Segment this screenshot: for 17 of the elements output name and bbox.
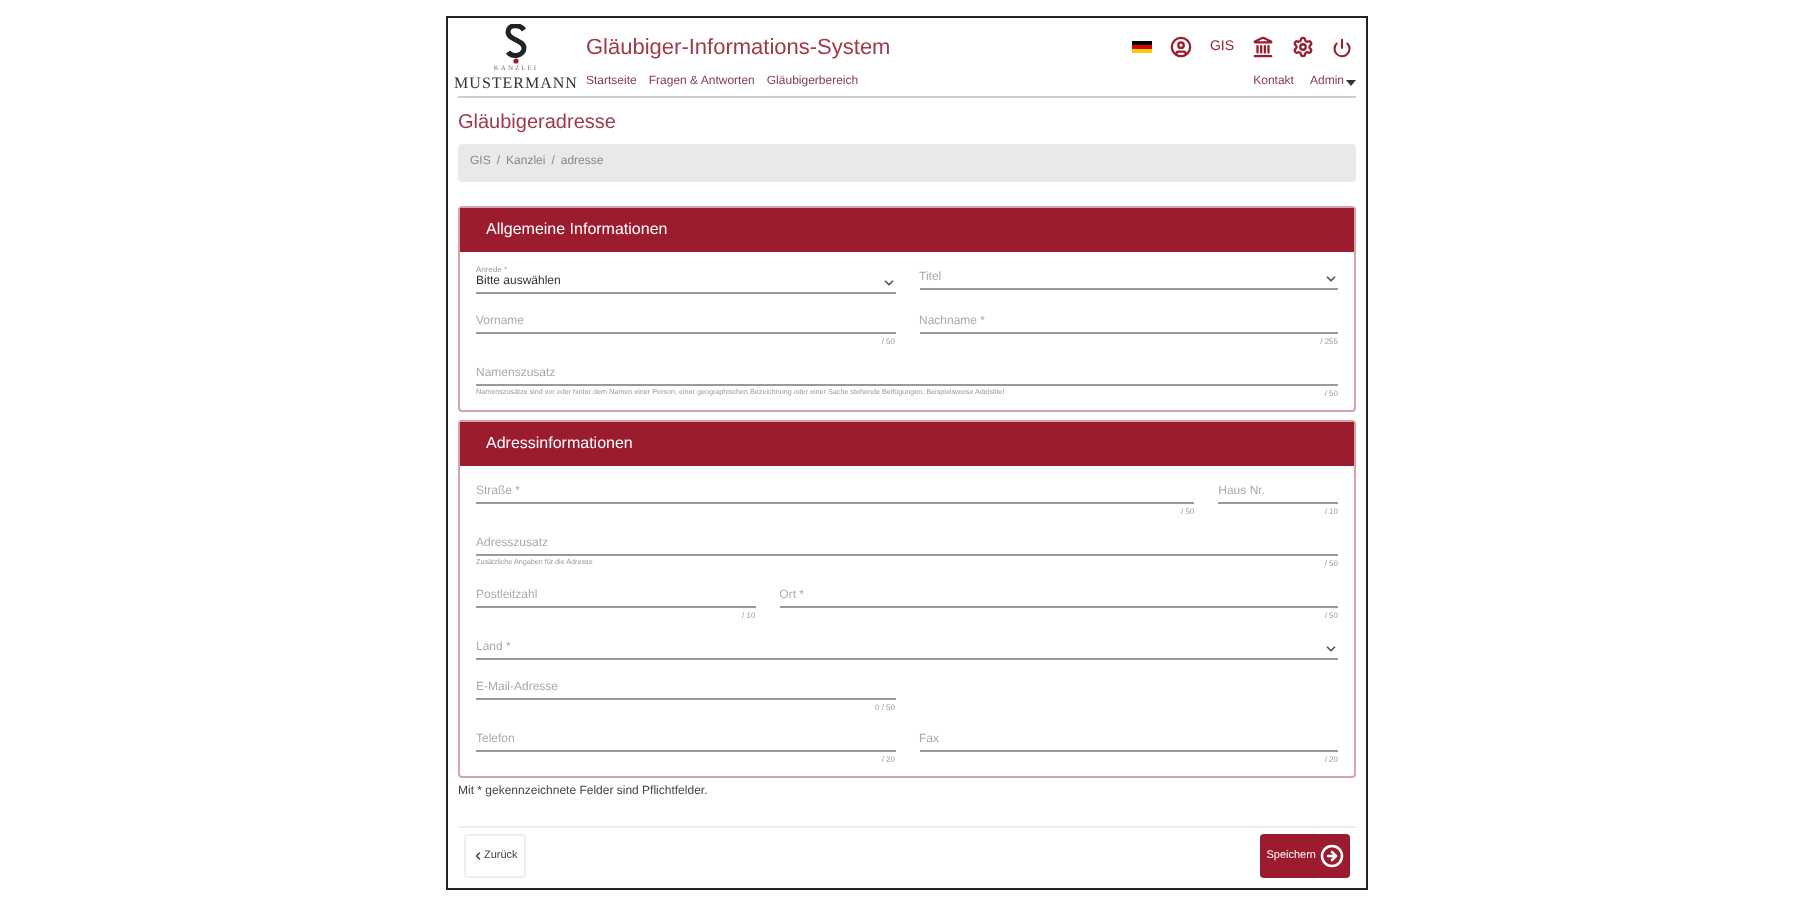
arrow-right-icon [1320, 844, 1344, 869]
dropdown-caret-icon [1324, 642, 1338, 657]
section-title: Allgemeine Informationen [486, 218, 668, 243]
page-title: Gläubigeradresse [458, 110, 618, 139]
german-flag-icon[interactable] [1131, 40, 1152, 55]
logo-icon [504, 24, 528, 64]
chevron-left-icon [472, 850, 484, 863]
dropdown-caret-icon [881, 276, 895, 291]
section-title: Adressinformationen [486, 432, 633, 457]
settings-icon[interactable] [1292, 36, 1314, 59]
bank-icon[interactable] [1252, 36, 1274, 59]
app-title: Gläubiger-Informations-System [586, 33, 893, 64]
logo-name: MUSTERMANN [454, 74, 578, 93]
power-icon[interactable] [1332, 37, 1352, 58]
caret-icon [1346, 79, 1356, 88]
user-icon[interactable] [1169, 36, 1192, 59]
dropdown-caret-icon [1324, 272, 1338, 287]
